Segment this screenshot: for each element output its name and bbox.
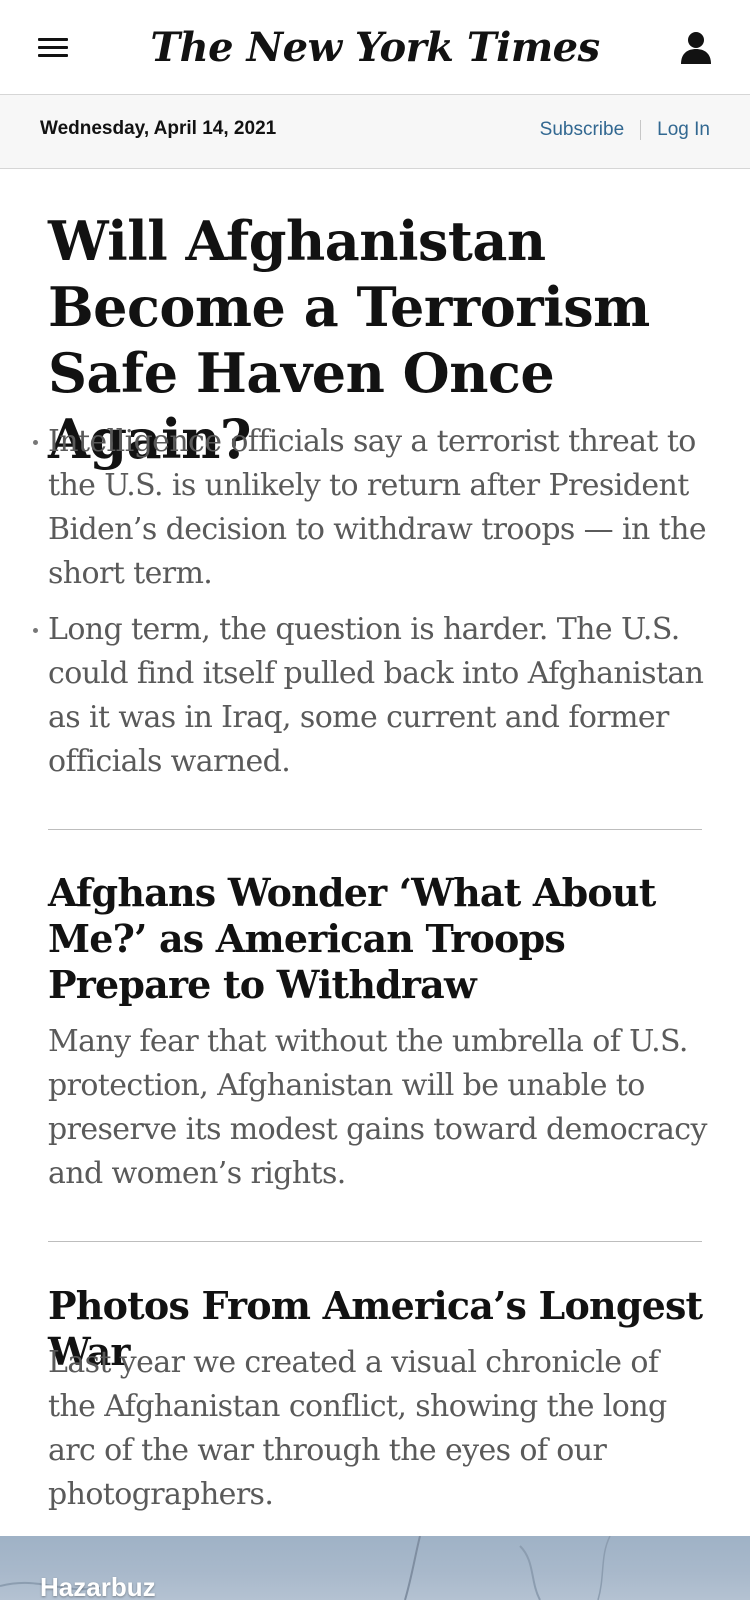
summary-item: Intelligence officials say a terrorist t… xyxy=(33,420,708,596)
lead-summary-list: Intelligence officials say a terrorist t… xyxy=(33,420,708,796)
divider xyxy=(48,829,702,830)
date-bar: Wednesday, April 14, 2021 Subscribe Log … xyxy=(0,95,750,169)
summary-item: Long term, the question is harder. The U… xyxy=(33,608,708,784)
masthead-logo[interactable]: The New York Times xyxy=(0,18,750,78)
login-link[interactable]: Log In xyxy=(657,119,710,141)
story-summary: Many fear that without the umbrella of U… xyxy=(48,1024,707,1191)
user-account-icon[interactable] xyxy=(676,28,716,68)
divider xyxy=(640,120,642,140)
map-label: Hazarbuz xyxy=(40,1572,156,1600)
top-bar: The New York Times xyxy=(0,0,750,95)
story-headline[interactable]: Afghans Wonder ‘What About Me?’ as Ameri… xyxy=(48,870,708,1008)
subscribe-link[interactable]: Subscribe xyxy=(540,119,625,141)
auth-links: Subscribe Log In xyxy=(540,119,710,141)
current-date: Wednesday, April 14, 2021 xyxy=(40,118,277,139)
story-summary: Last year we created a visual chronicle … xyxy=(48,1345,667,1512)
divider xyxy=(48,1241,702,1242)
map-image[interactable]: Hazarbuz xyxy=(0,1536,750,1600)
